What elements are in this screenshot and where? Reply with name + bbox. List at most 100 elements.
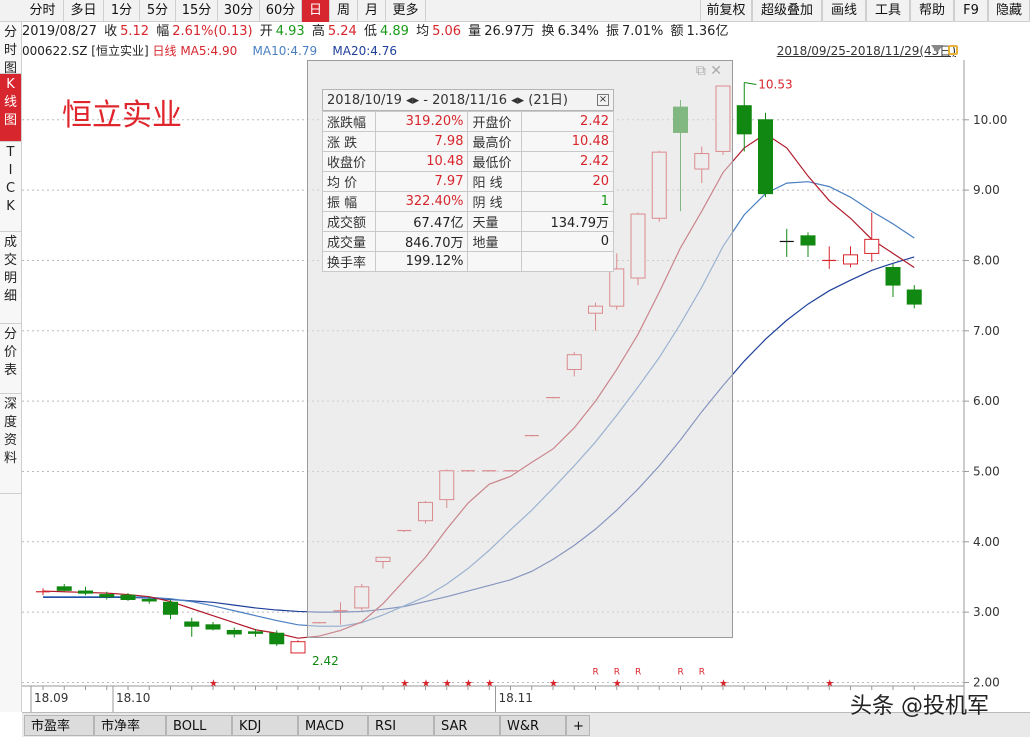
stats-key: 最高价 (467, 131, 522, 152)
period-button-0[interactable]: 分时 (22, 0, 64, 22)
low-label: 2.42 (312, 654, 339, 668)
stats-value: 67.47亿 (375, 211, 469, 232)
candle-body (141, 598, 157, 602)
period-button-6[interactable]: 60分 (260, 0, 302, 22)
left-view-tabs: 分时图K线图TICK成交明细分价表深度资料 (0, 22, 22, 712)
stats-key: 振 幅 (321, 191, 377, 212)
indicator-tab-0[interactable]: 市盈率 (24, 715, 94, 736)
restore-icon[interactable]: ⧉ (696, 63, 706, 79)
tool-button-2[interactable]: 画线 (822, 0, 866, 22)
indicator-tab-7[interactable]: W&R (500, 715, 566, 736)
stats-date-range[interactable]: 2018/10/19 ◂▸ - 2018/11/16 ◂▸ (21日) × (322, 89, 614, 111)
stats-row: 成交量 846.70万 地量 0 (321, 231, 615, 252)
candle-body (248, 631, 263, 634)
period-button-7[interactable]: 日 (302, 0, 330, 22)
stats-key: 换手率 (321, 251, 377, 272)
y-tick-label: 3.00 (973, 605, 1000, 619)
stats-row: 收盘价 10.48 最低价 2.42 (321, 151, 615, 172)
change-pct: 2.61%(0.13) (172, 24, 253, 39)
stats-table: 涨跌幅 319.20% 开盘价 2.42 涨 跌 7.98 最高价 10.48 收盘价 10.48… (321, 111, 615, 272)
stats-value: 319.20% (375, 111, 469, 132)
dropdown-icon[interactable] (931, 45, 943, 53)
left-tab-2[interactable]: TICK (0, 142, 21, 232)
stats-key: 地量 (467, 231, 522, 252)
indicator-tab-5[interactable]: RSI (368, 715, 434, 736)
stats-row: 均 价 7.97 阳 线 20 (321, 171, 615, 192)
stats-close-button[interactable]: × (597, 94, 609, 106)
stats-value: 10.48 (520, 131, 615, 152)
stats-row: 振 幅 322.40% 阴 线1 (321, 191, 615, 212)
date-range-selector[interactable]: 2018/09/25-2018/11/29(43日) (777, 42, 956, 60)
stats-value: 20 (520, 171, 615, 192)
period-button-3[interactable]: 5分 (140, 0, 176, 22)
period-button-1[interactable]: 多日 (64, 0, 104, 22)
tool-button-5[interactable]: F9 (954, 0, 988, 22)
stock-code: 000622.SZ [恒立实业] (22, 44, 149, 58)
stats-row: 涨 跌 7.98 最高价 10.48 (321, 131, 615, 152)
panel-window-icons[interactable]: ⧉ ✕ (696, 63, 722, 79)
ma5-label: MA5:4.90 (180, 44, 238, 58)
stats-value: 7.97 (375, 171, 469, 192)
x-tick-label: 18.09 (34, 691, 68, 705)
quote-info-bar: 2019/08/27 收 5.12 幅 2.61%(0.13) 开 4.93 高 5.2… (22, 24, 729, 39)
range-stats-panel[interactable]: ⧉ ✕ 2018/10/19 ◂▸ - 2018/11/16 ◂▸ (21日) … (307, 60, 733, 638)
stats-value: 199.12% (375, 251, 469, 272)
left-tab-1[interactable]: K线图 (0, 74, 21, 142)
signal-r: R (593, 667, 599, 677)
high-price: 5.24 (327, 24, 357, 39)
stats-key: 收盘价 (321, 151, 377, 172)
left-tab-5[interactable]: 深度资料 (0, 394, 21, 494)
period-button-9[interactable]: 月 (358, 0, 386, 22)
tool-button-6[interactable]: 隐藏 (988, 0, 1030, 22)
signal-star: ★ (422, 678, 431, 689)
tool-button-3[interactable]: 工具 (866, 0, 910, 22)
stats-key: 均 价 (321, 171, 377, 192)
stats-key: 阴 线 (467, 191, 522, 212)
signal-star: ★ (485, 678, 494, 689)
indicator-tab-8[interactable]: + (566, 715, 590, 736)
indicator-tab-1[interactable]: 市净率 (94, 715, 166, 736)
panel-close-icon[interactable]: ✕ (710, 63, 722, 79)
stats-key: 最低价 (467, 151, 522, 172)
indicator-tab-2[interactable]: BOLL (166, 715, 232, 736)
stats-row: 涨跌幅 319.20% 开盘价 2.42 (321, 111, 615, 132)
lock-icon[interactable] (948, 45, 958, 55)
high-label: 10.53 (758, 78, 792, 92)
stock-title: 恒立实业 (62, 98, 182, 133)
stats-value: 2.42 (520, 151, 615, 172)
stats-value: 1 (520, 191, 615, 212)
signal-star: ★ (209, 678, 218, 689)
signal-star: ★ (613, 678, 622, 689)
period-button-4[interactable]: 15分 (176, 0, 218, 22)
candle-body (269, 632, 285, 645)
left-tab-0[interactable]: 分时图 (0, 22, 21, 76)
stats-value: 7.98 (375, 131, 469, 152)
period-toolbar: 分时 多日 1分 5分 15分 30分 60分日周月更多 隐藏 F9 帮助 工具 画线 超级叠加 前复权 (0, 0, 1030, 22)
amplitude: 7.01% (622, 24, 664, 39)
candle-body (843, 254, 858, 265)
stats-key: 阳 线 (467, 171, 522, 192)
stats-value: 10.48 (375, 151, 469, 172)
indicator-tab-4[interactable]: MACD (298, 715, 368, 736)
period-button-8[interactable]: 周 (330, 0, 358, 22)
indicator-tab-3[interactable]: KDJ (232, 715, 298, 736)
period-button-5[interactable]: 30分 (218, 0, 260, 22)
x-tick-label: 18.11 (499, 691, 533, 705)
left-tab-4[interactable]: 分价表 (0, 324, 21, 394)
candle-body (290, 641, 306, 654)
period-button-10[interactable]: 更多 (386, 0, 426, 22)
indicator-tab-6[interactable]: SAR (434, 715, 500, 736)
stats-value: 322.40% (375, 191, 469, 212)
tool-button-1[interactable]: 超级叠加 (752, 0, 822, 22)
candle-body (56, 586, 72, 591)
open-price: 4.93 (275, 24, 305, 39)
period-button-2[interactable]: 1分 (104, 0, 140, 22)
y-tick-label: 10.00 (973, 113, 1007, 127)
candle-body (78, 590, 93, 594)
tool-button-4[interactable]: 帮助 (910, 0, 954, 22)
candle-body (800, 235, 816, 246)
candle-body (736, 105, 752, 135)
left-tab-3[interactable]: 成交明细 (0, 232, 21, 324)
tool-button-0[interactable]: 前复权 (700, 0, 752, 22)
y-tick-label: 5.00 (973, 464, 1000, 478)
